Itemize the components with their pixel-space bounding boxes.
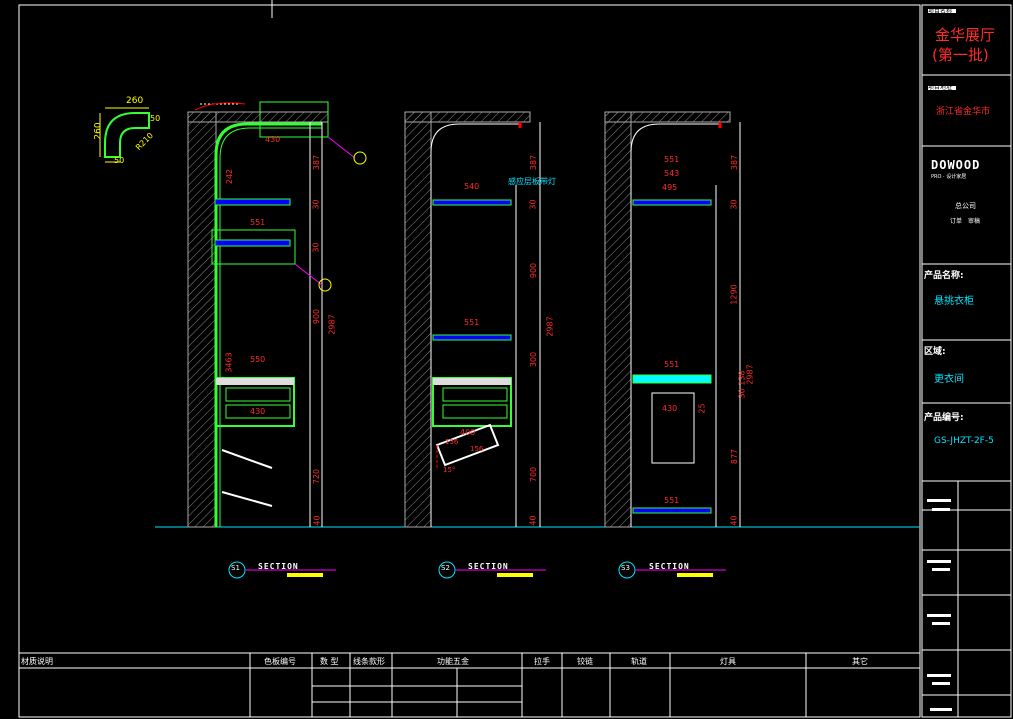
project-name: 金华展厅 bbox=[935, 26, 996, 44]
s1-shelf-width: 551 bbox=[250, 218, 266, 227]
s2-lower: 700 bbox=[529, 466, 539, 483]
s1-dim-242: 242 bbox=[225, 168, 235, 185]
material-table-grid bbox=[19, 652, 920, 717]
company-sub: 订单 审稿 bbox=[950, 218, 981, 225]
company-logo: DOWOOD bbox=[931, 158, 981, 172]
section-s1-drawing bbox=[187, 101, 367, 528]
project-site-label: 项目地址 bbox=[928, 84, 953, 91]
s3-total: 2987 bbox=[745, 364, 755, 385]
section-id-s3: S3 bbox=[621, 564, 630, 572]
s1-bottom: 40 bbox=[312, 515, 322, 526]
section-id-s2: S2 bbox=[441, 564, 450, 572]
s3-small: 30 138 bbox=[737, 370, 747, 399]
product-code: GS-JHZT-2F-5 bbox=[934, 436, 994, 446]
s1-callout-dim: 430 bbox=[265, 135, 281, 144]
s2-dim-b: 156 bbox=[470, 445, 484, 453]
project-name-label: 项目名称 bbox=[928, 8, 953, 15]
s1-total: 2987 bbox=[327, 314, 337, 335]
s1-h1: 387 bbox=[312, 154, 322, 171]
s2-h4: 300 bbox=[529, 351, 539, 368]
s2-h2: 30 bbox=[528, 199, 538, 210]
s1-h2: 30 bbox=[311, 199, 321, 210]
product-code-label: 产品编号: bbox=[924, 413, 964, 423]
s1-h3: 30 bbox=[311, 242, 321, 253]
cad-drawing-canvas bbox=[18, 0, 1012, 718]
section-id-s1: S1 bbox=[231, 564, 240, 572]
table-header-rail: 轨道 bbox=[631, 657, 647, 666]
s2-angle: 15° bbox=[443, 466, 456, 474]
s3-w5: 430 bbox=[662, 404, 678, 413]
s1-h4: 900 bbox=[312, 308, 322, 325]
arc-detail-drawing bbox=[99, 107, 150, 163]
s3-w1: 551 bbox=[664, 155, 680, 164]
product-name: 悬挑衣柜 bbox=[934, 296, 974, 307]
project-name-sub: (第一批) bbox=[932, 46, 989, 64]
detail-height-dim: 260 bbox=[93, 122, 104, 140]
table-header-hardware: 功能五金 bbox=[437, 657, 469, 666]
s1-drawer-width-2: 430 bbox=[250, 407, 266, 416]
s2-h1: 387 bbox=[529, 154, 539, 171]
s3-w6: 551 bbox=[664, 496, 680, 505]
s2-total: 2987 bbox=[545, 316, 555, 337]
s2-drawer-width: 400 bbox=[460, 428, 476, 437]
s3-h3: 1290 bbox=[729, 284, 739, 305]
s2-h3: 900 bbox=[529, 262, 539, 279]
s3-small2: 25 bbox=[697, 403, 707, 414]
product-name-label: 产品名称: bbox=[924, 271, 964, 281]
s3-w2: 543 bbox=[664, 169, 680, 178]
table-header-material: 材质说明 bbox=[21, 657, 53, 666]
s2-note: 感应层板带灯 bbox=[508, 177, 556, 186]
detail-offset-dim: 50 bbox=[150, 114, 161, 123]
detail-width-dim: 260 bbox=[126, 96, 144, 106]
s1-drawer-width: 550 bbox=[250, 355, 266, 364]
s1-lower: 720 bbox=[312, 468, 322, 485]
s3-w4: 551 bbox=[664, 360, 680, 369]
s2-dim-a: 156 bbox=[445, 438, 459, 446]
section-label-s1: SECTION bbox=[258, 562, 299, 571]
table-header-hinge: 铰链 bbox=[577, 657, 593, 666]
s3-bottom: 40 bbox=[729, 515, 739, 526]
s3-w3: 495 bbox=[662, 183, 678, 192]
detail-gap-dim: 50 bbox=[114, 156, 125, 165]
s3-h2: 30 bbox=[729, 199, 739, 210]
table-header-type: 数 型 bbox=[320, 657, 339, 666]
table-header-color: 色板编号 bbox=[264, 657, 296, 666]
table-header-other: 其它 bbox=[852, 657, 868, 666]
company-name: 总公司 bbox=[955, 202, 976, 210]
area-label: 区域: bbox=[924, 347, 946, 357]
s2-shelf2-width: 551 bbox=[464, 318, 480, 327]
s3-h1: 387 bbox=[730, 154, 740, 171]
s3-h4: 877 bbox=[730, 448, 740, 465]
s1-dim-3463: 3463 bbox=[224, 352, 234, 373]
s2-shelf-width: 540 bbox=[464, 182, 480, 191]
area-value: 更衣间 bbox=[934, 374, 964, 385]
section-label-s3: SECTION bbox=[649, 562, 690, 571]
section-label-s2: SECTION bbox=[468, 562, 509, 571]
table-header-lighting: 灯具 bbox=[720, 657, 736, 666]
table-header-trim: 线条款形 bbox=[353, 657, 385, 666]
table-header-handle: 拉手 bbox=[534, 657, 550, 666]
s2-bottom: 40 bbox=[528, 515, 538, 526]
project-site: 浙江省金华市 bbox=[936, 107, 991, 117]
company-logo-sub: PRO · 设计家居 bbox=[931, 174, 967, 180]
